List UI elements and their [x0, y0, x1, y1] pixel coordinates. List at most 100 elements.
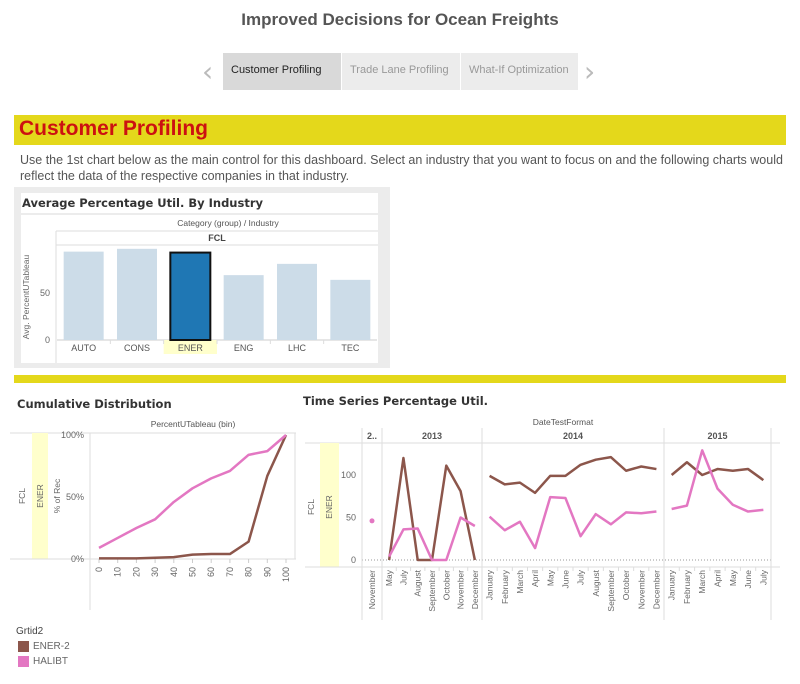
y-tick-label: 50%: [66, 492, 84, 502]
x-tick-label-month: December: [651, 570, 661, 609]
x-tick-label-month: November: [456, 570, 466, 609]
tab-trade-lane-profiling[interactable]: Trade Lane Profiling: [342, 53, 460, 90]
x-tick-label-month: December: [470, 570, 480, 609]
x-tick-label: 50: [188, 567, 198, 577]
timeseries-x-title: DateTestFormat: [533, 417, 594, 427]
x-tick-label-month: September: [606, 570, 616, 612]
timeseries-chart-title: Time Series Percentage Util.: [303, 394, 488, 408]
x-tick-label-eng[interactable]: ENG: [234, 343, 254, 353]
x-tick-label-cons[interactable]: CONS: [124, 343, 150, 353]
x-tick-label-month: January: [667, 569, 677, 600]
x-tick-label-month: August: [591, 569, 601, 596]
year-header-2014: 2014: [563, 431, 583, 441]
x-tick-label: 100: [281, 567, 291, 582]
x-tick-label-month: April: [713, 570, 723, 587]
y-tick-label: 50: [346, 513, 356, 523]
x-tick-label-month: July: [398, 569, 408, 585]
x-tick-label: 80: [244, 567, 254, 577]
x-tick-label-month: October: [441, 570, 451, 600]
section-banner: Customer Profiling: [14, 115, 786, 145]
tab-what-if-optimization[interactable]: What-If Optimization: [461, 53, 578, 90]
x-tick-label-month: August: [413, 569, 423, 596]
x-tick-label: 60: [206, 567, 216, 577]
year-header-2013: 2013: [422, 431, 442, 441]
x-tick-label-month: February: [500, 569, 510, 604]
series-line-ener-2-2013[interactable]: [387, 456, 477, 562]
dashboard-title: Improved Decisions for Ocean Freights: [241, 10, 559, 29]
series-line-halibt-2015[interactable]: [671, 449, 764, 513]
legend-swatch-ener-2[interactable]: [18, 641, 29, 652]
series-line-halibt-2014[interactable]: [488, 495, 657, 550]
bar-auto[interactable]: [63, 251, 104, 340]
bar-ener[interactable]: [169, 251, 212, 341]
x-tick-label-lhc[interactable]: LHC: [288, 343, 307, 353]
industry-chart-header: Category (group) / Industry: [177, 218, 279, 228]
cumulative-x-title: PercentUTableau (bin): [151, 419, 236, 429]
x-tick-label-month: July: [576, 569, 586, 585]
x-tick-label-month: June: [560, 570, 570, 589]
industry-bar-chart: Average Percentage Util. By Industry Cat…: [21, 193, 378, 363]
row-label-fcl: FCL: [17, 488, 27, 504]
legend-label-ener-2[interactable]: ENER-2: [33, 641, 70, 652]
tab-customer-profiling[interactable]: Customer Profiling: [223, 53, 341, 90]
x-tick-label-month: May: [384, 569, 394, 586]
x-tick-label: 10: [113, 567, 123, 577]
x-tick-label-tec[interactable]: TEC: [341, 343, 360, 353]
x-tick-label-month: June: [743, 570, 753, 589]
legend-title: Grtid2: [16, 626, 44, 637]
y-tick-label: 100%: [61, 430, 84, 440]
cumulative-y-title: % of Rec: [52, 478, 62, 513]
x-tick-label: 90: [262, 567, 272, 577]
x-tick-label-ener[interactable]: ENER: [178, 343, 204, 353]
series-point-halibt[interactable]: [369, 518, 375, 524]
series-line-ener-2-2014[interactable]: [488, 455, 657, 495]
y-tick-label: 0%: [71, 554, 84, 564]
x-tick-label: 70: [225, 567, 235, 577]
chevron-right-icon[interactable]: ›: [584, 58, 595, 86]
series-line-halibt[interactable]: [98, 434, 287, 549]
x-tick-label-month: January: [485, 569, 495, 600]
x-tick-label-month: February: [682, 569, 692, 604]
y-tick-label: 50: [40, 288, 50, 298]
timeseries-line-chart: DateTestFormat FCL ENER 0 50 100 2.. Novembe…: [305, 417, 780, 620]
x-tick-label: 20: [131, 567, 141, 577]
cumulative-chart-title: Cumulative Distribution: [17, 397, 172, 411]
bar-cons[interactable]: [117, 248, 157, 340]
group-label-fcl: FCL: [208, 233, 226, 243]
y-tick-label: 0: [351, 555, 356, 565]
chevron-left-icon[interactable]: ‹: [202, 58, 213, 86]
y-tick-label: 100: [341, 470, 356, 480]
x-tick-label: 0: [94, 567, 104, 572]
section-title: Customer Profiling: [19, 117, 209, 140]
x-tick-label-month: November: [367, 570, 377, 609]
x-tick-label-month: October: [621, 570, 631, 600]
x-tick-label-month: March: [697, 570, 707, 594]
section-separator: [14, 375, 786, 383]
row-label-ener: ENER: [35, 484, 45, 508]
x-tick-label-auto[interactable]: AUTO: [71, 343, 96, 353]
x-tick-label: 30: [150, 567, 160, 577]
y-tick-label: 0: [45, 335, 50, 345]
row-label-fcl: FCL: [306, 499, 316, 515]
x-tick-label-month: May: [728, 569, 738, 586]
x-tick-label-month: July: [758, 569, 768, 585]
x-tick-label: 40: [169, 567, 179, 577]
section-description: Use the 1st chart below as the main cont…: [20, 153, 783, 183]
y-axis-title: Avg. PercentUTableau: [21, 255, 31, 340]
year-header-2..: 2..: [367, 431, 377, 441]
x-tick-label-month: April: [530, 570, 540, 587]
industry-chart-title: Average Percentage Util. By Industry: [22, 196, 264, 210]
bar-lhc[interactable]: [277, 263, 317, 340]
series-line-ener-2-2015[interactable]: [670, 461, 765, 482]
legend-label-halibt[interactable]: HALIBT: [33, 656, 68, 667]
year-header-2015: 2015: [707, 431, 727, 441]
cumulative-line-chart: PercentUTableau (bin) FCL ENER % of Rec …: [10, 419, 296, 610]
bar-eng[interactable]: [223, 275, 264, 340]
x-tick-label-month: September: [427, 570, 437, 612]
legend-swatch-halibt[interactable]: [18, 656, 29, 667]
x-tick-label-month: March: [515, 570, 525, 594]
x-tick-label-month: May: [545, 569, 555, 586]
bar-tec[interactable]: [330, 279, 371, 340]
x-tick-label-month: November: [636, 570, 646, 609]
row-label-ener: ENER: [324, 495, 334, 519]
